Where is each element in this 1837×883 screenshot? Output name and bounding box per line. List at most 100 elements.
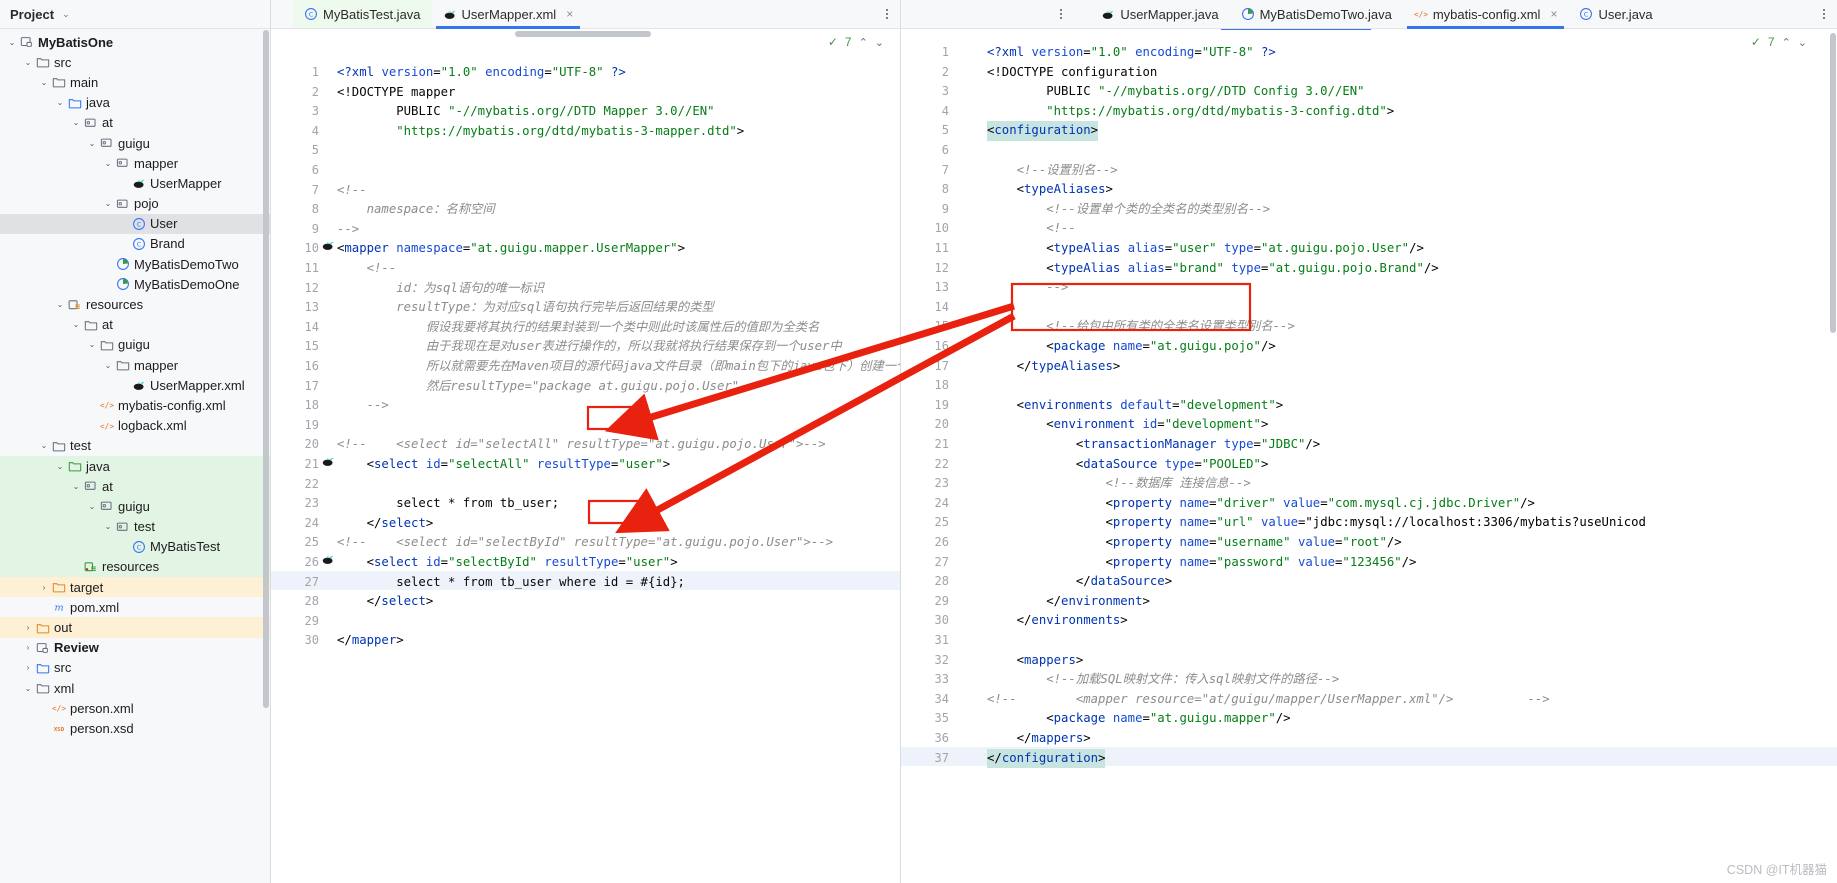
code-line[interactable]: select * from tb_user; (337, 494, 559, 514)
tree-item-person-xsd[interactable]: XSD person.xsd (0, 718, 270, 738)
tree-item-mapper[interactable]: ⌄ mapper (0, 153, 270, 173)
code-line[interactable]: <!-- <mapper resource="at/guigu/mapper/U… (987, 690, 1550, 710)
code-line[interactable]: </typeAliases> (987, 357, 1121, 377)
code-line[interactable]: </environment> (987, 592, 1150, 612)
tab-mybatistest-java[interactable]: C MyBatisTest.java (293, 0, 432, 28)
code-line[interactable]: <transactionManager type="JDBC"/> (987, 435, 1320, 455)
tree-item-test[interactable]: ⌄ test (0, 436, 270, 456)
code-line[interactable]: 假设我要将其执行的结果封装到一个类中则此时该属性后的值即为全类名 (337, 318, 820, 338)
code-line[interactable]: <typeAlias alias="brand" type="at.guigu.… (987, 259, 1438, 279)
tree-item-mapper[interactable]: ⌄ mapper (0, 355, 270, 375)
code-line[interactable]: 所以就需要先在Maven项目的源代码java文件目录（即main包下的java包… (337, 357, 900, 377)
code-line[interactable]: resultType：为对应sql语句执行完毕后返回结果的类型 (337, 298, 714, 318)
right-code-content[interactable]: 1 <?xml version="1.0" encoding="UTF-8" ?>… (901, 29, 1837, 883)
code-line[interactable]: <!DOCTYPE configuration (987, 63, 1157, 83)
code-line[interactable]: <property name="url" value="jdbc:mysql:/… (987, 513, 1646, 533)
code-line[interactable]: <environments default="development"> (987, 396, 1284, 416)
tree-item-review[interactable]: › Review (0, 638, 270, 658)
code-line[interactable]: </dataSource> (987, 572, 1172, 592)
tree-item-main[interactable]: ⌄ main (0, 72, 270, 92)
tree-item-pom-xml[interactable]: m pom.xml (0, 597, 270, 617)
tree-item-person-xml[interactable]: </> person.xml (0, 698, 270, 718)
chevron-down-icon[interactable]: ⌄ (102, 361, 114, 370)
code-line[interactable]: <property name="username" value="root"/> (987, 533, 1401, 553)
chevron-down-icon[interactable]: ⌄ (102, 522, 114, 531)
right-inspection-widget[interactable]: ✓ 7 ⌃ ⌄ (1751, 35, 1807, 49)
tree-item-mybatis-config-xml[interactable]: </> mybatis-config.xml (0, 395, 270, 415)
tree-item-logback-xml[interactable]: </> logback.xml (0, 416, 270, 436)
left-inspection-widget[interactable]: ✓ 7 ⌃ ⌄ (828, 35, 884, 49)
tree-item-java[interactable]: ⌄ java (0, 93, 270, 113)
code-line[interactable]: <!-- (337, 181, 367, 201)
chevron-down-icon[interactable]: ⌄ (22, 684, 34, 693)
code-line[interactable]: <typeAlias alias="user" type="at.guigu.p… (987, 239, 1424, 259)
code-line[interactable]: PUBLIC "-//mybatis.org//DTD Mapper 3.0//… (337, 102, 714, 122)
tree-item-java[interactable]: ⌄ java (0, 455, 270, 477)
code-line[interactable]: <property name="password" value="123456"… (987, 553, 1416, 573)
tab-mybatis-config-xml[interactable]: </> mybatis-config.xml × (1403, 0, 1569, 29)
code-line[interactable]: <package name="at.guigu.pojo"/> (987, 337, 1276, 357)
chevron-right-icon[interactable]: › (22, 663, 34, 672)
tree-item-resources[interactable]: ⌄ resources (0, 294, 270, 314)
chevron-down-icon[interactable]: ⌄ (86, 340, 98, 349)
tree-item-mybatistest[interactable]: C MyBatisTest (0, 536, 270, 557)
right-editor-area[interactable]: ✓ 7 ⌃ ⌄ 1 <?xml version="1.0" encoding="U… (901, 29, 1837, 883)
chevron-down-icon[interactable]: ⌄ (70, 118, 82, 127)
code-line[interactable]: <!DOCTYPE mapper (337, 83, 455, 103)
project-panel-header[interactable]: Project ⌄ (0, 0, 270, 29)
tree-item-brand[interactable]: C Brand (0, 234, 270, 254)
code-line[interactable]: <?xml version="1.0" encoding="UTF-8" ?> (987, 43, 1276, 63)
code-line[interactable]: <mapper namespace="at.guigu.mapper.UserM… (337, 239, 685, 259)
tree-item-src[interactable]: › src (0, 658, 270, 678)
chevron-down-icon[interactable]: ⌄ (54, 462, 66, 471)
code-line[interactable]: <package name="at.guigu.mapper"/> (987, 709, 1290, 729)
code-line[interactable]: --> (337, 220, 359, 240)
chevron-right-icon[interactable]: › (38, 583, 50, 592)
chevron-down-icon[interactable]: ⌄ (70, 320, 82, 329)
chevron-down-icon[interactable]: ⌄ (86, 139, 98, 148)
chevron-down-icon[interactable]: ⌄ (22, 58, 34, 67)
right-tabbar-left-kebab[interactable] (1048, 0, 1074, 28)
inspection-prev-icon[interactable]: ⌃ (859, 36, 868, 49)
close-icon[interactable]: × (566, 7, 573, 21)
code-line[interactable]: select * from tb_user where id = #{id}; (337, 573, 685, 593)
tree-item-out[interactable]: › out (0, 617, 270, 638)
code-line[interactable]: <typeAliases> (987, 180, 1113, 200)
tree-item-at[interactable]: ⌄ at (0, 476, 270, 497)
code-line[interactable]: <configuration> (987, 121, 1099, 141)
left-editor-tabbar[interactable]: C MyBatisTest.java UserMapper.xml × (271, 0, 900, 29)
chevron-down-icon[interactable]: ⌄ (70, 482, 82, 491)
left-editor-area[interactable]: ✓ 7 ⌃ ⌄ 1 <?xml version="1.0" encoding="U… (271, 29, 900, 883)
tab-user-java[interactable]: C User.java (1568, 0, 1663, 28)
code-line[interactable]: PUBLIC "-//mybatis.org//DTD Config 3.0//… (987, 82, 1364, 102)
code-line[interactable]: </select> (337, 514, 434, 534)
project-tree[interactable]: ⌄ MyBatisOne ⌄ src ⌄ main ⌄ java ⌄ at ⌄ guigu ⌄ mappe… (0, 29, 270, 883)
code-line[interactable]: </environments> (987, 611, 1128, 631)
tree-item-mybatisdemotwo[interactable]: MyBatisDemoTwo (0, 254, 270, 274)
inspection-prev-icon[interactable]: ⌃ (1782, 36, 1791, 49)
mybatis-gutter-icon[interactable] (321, 238, 335, 259)
chevron-down-icon[interactable]: ⌄ (38, 441, 50, 450)
mybatis-gutter-icon[interactable] (321, 552, 335, 573)
chevron-down-icon[interactable]: ⌄ (38, 78, 50, 87)
tree-item-test[interactable]: ⌄ test (0, 516, 270, 537)
right-tabs-kebab[interactable] (1811, 0, 1837, 28)
tab-usermapper-java[interactable]: UserMapper.java (1090, 0, 1229, 28)
code-line[interactable]: <!--加载SQL映射文件：传入sql映射文件的路径--> (987, 670, 1339, 690)
code-line[interactable]: "https://mybatis.org/dtd/mybatis-3-confi… (987, 102, 1394, 122)
code-line[interactable]: 由于我现在是对user表进行操作的，所以我就将执行结果保存到一个user中 (337, 337, 842, 357)
close-icon[interactable]: × (1550, 7, 1557, 21)
right-editor-vscrollbar[interactable] (1830, 33, 1836, 333)
code-line[interactable]: <property name="driver" value="com.mysql… (987, 494, 1534, 514)
code-line[interactable]: <!-- (987, 219, 1076, 239)
tree-item-usermapper[interactable]: UserMapper (0, 173, 270, 193)
tree-item-target[interactable]: › target (0, 577, 270, 598)
tree-item-at[interactable]: ⌄ at (0, 113, 270, 133)
code-line[interactable]: </configuration> (987, 748, 1106, 769)
tree-item-src[interactable]: ⌄ src (0, 52, 270, 72)
mybatis-gutter-icon[interactable] (321, 454, 335, 475)
code-line[interactable]: namespace：名称空间 (337, 200, 495, 220)
chevron-down-icon[interactable]: ⌄ (102, 199, 114, 208)
tree-item-resources[interactable]: resources (0, 556, 270, 578)
code-line[interactable]: "https://mybatis.org/dtd/mybatis-3-mappe… (337, 122, 744, 142)
